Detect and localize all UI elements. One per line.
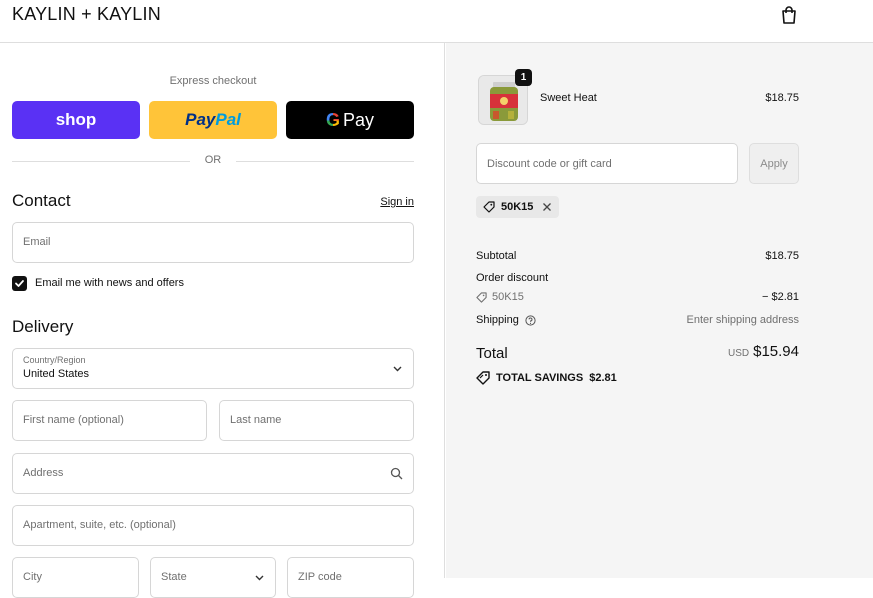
- order-discount-code: 50K15: [492, 291, 524, 303]
- address-field[interactable]: Address: [12, 453, 414, 494]
- checkout-form-panel: Express checkout shop Pay Pal G Pay OR Co…: [0, 43, 445, 598]
- first-name-field[interactable]: First name (optional): [12, 400, 207, 441]
- email-field[interactable]: Email: [12, 222, 414, 263]
- first-name-placeholder: First name (optional): [23, 414, 124, 426]
- shipping-value: Enter shipping address: [686, 314, 799, 326]
- news-offers-checkbox[interactable]: [12, 275, 27, 291]
- paypal-button[interactable]: Pay Pal: [149, 101, 277, 139]
- country-label: Country/Region: [23, 355, 86, 365]
- brand-logo[interactable]: KAYLIN + KAYLIN: [12, 4, 161, 25]
- news-offers-row[interactable]: Email me with news and offers: [12, 275, 184, 291]
- product-price: $18.75: [765, 92, 799, 104]
- help-icon[interactable]: [525, 314, 536, 326]
- order-summary-panel: 1 Sweet Heat $18.75 Discount code or gif…: [446, 43, 873, 578]
- applied-discount-chip: 50K15: [476, 196, 559, 218]
- shipping-label: Shipping: [476, 314, 519, 326]
- contact-heading: Contact: [12, 191, 71, 210]
- express-checkout-label: Express checkout: [169, 75, 257, 87]
- divider-line-right: [236, 161, 414, 162]
- remove-discount-icon[interactable]: [542, 202, 552, 212]
- total-currency: USD: [727, 348, 750, 359]
- order-discount-code-row: 50K15: [476, 291, 524, 303]
- country-select[interactable]: Country/Region United States: [12, 348, 414, 389]
- product-name: Sweet Heat: [540, 92, 597, 104]
- total-savings: TOTAL SAVINGS $2.81: [476, 371, 617, 385]
- apartment-field[interactable]: Apartment, suite, etc. (optional): [12, 505, 414, 546]
- last-name-placeholder: Last name: [230, 414, 282, 426]
- tag-icon: [483, 201, 495, 213]
- email-placeholder: Email: [23, 236, 51, 248]
- shop-pay-button[interactable]: shop: [12, 101, 140, 139]
- discount-placeholder: Discount code or gift card: [487, 158, 612, 170]
- shopping-bag-icon[interactable]: [779, 5, 799, 25]
- paypal-label-a: Pay: [185, 110, 216, 129]
- last-name-field[interactable]: Last name: [219, 400, 414, 441]
- savings-tag-icon: [476, 371, 490, 385]
- subtotal-value: $18.75: [765, 250, 799, 262]
- savings-label: TOTAL SAVINGS: [496, 372, 584, 384]
- or-text: OR: [204, 154, 222, 166]
- delivery-heading: Delivery: [12, 317, 74, 336]
- state-placeholder: State: [161, 571, 187, 583]
- google-g-icon: G: [325, 109, 340, 130]
- quantity-badge: 1: [515, 69, 532, 86]
- applied-code: 50K15: [501, 201, 534, 213]
- city-placeholder: City: [23, 571, 42, 583]
- header: KAYLIN + KAYLIN: [0, 0, 873, 43]
- total-label: Total: [476, 345, 508, 362]
- savings-value: $2.81: [589, 372, 617, 384]
- google-pay-button[interactable]: G Pay: [286, 101, 414, 139]
- total-amount: $15.94: [753, 343, 799, 360]
- shipping-row: Shipping: [476, 314, 536, 326]
- check-icon: [15, 279, 24, 287]
- order-discount-value: − $2.81: [761, 291, 799, 303]
- order-discount-label: Order discount: [476, 272, 549, 284]
- apartment-placeholder: Apartment, suite, etc. (optional): [23, 519, 176, 531]
- country-value: United States: [23, 368, 90, 380]
- tag-icon: [476, 291, 487, 303]
- search-icon: [390, 467, 403, 480]
- discount-code-input[interactable]: Discount code or gift card: [476, 143, 738, 184]
- or-divider: OR: [12, 153, 414, 169]
- paypal-label-b: Pal: [215, 110, 241, 129]
- chevron-down-icon: [393, 366, 402, 372]
- address-placeholder: Address: [23, 467, 64, 479]
- sign-in-link[interactable]: Sign in: [350, 196, 414, 208]
- google-pay-label: Pay: [342, 109, 375, 130]
- subtotal-label: Subtotal: [476, 250, 517, 262]
- shop-pay-label: shop: [55, 110, 97, 129]
- total-value: USD $15.94: [649, 343, 799, 361]
- zip-placeholder: ZIP code: [298, 571, 342, 583]
- apply-discount-button[interactable]: Apply: [749, 143, 799, 184]
- news-offers-label: Email me with news and offers: [35, 277, 184, 289]
